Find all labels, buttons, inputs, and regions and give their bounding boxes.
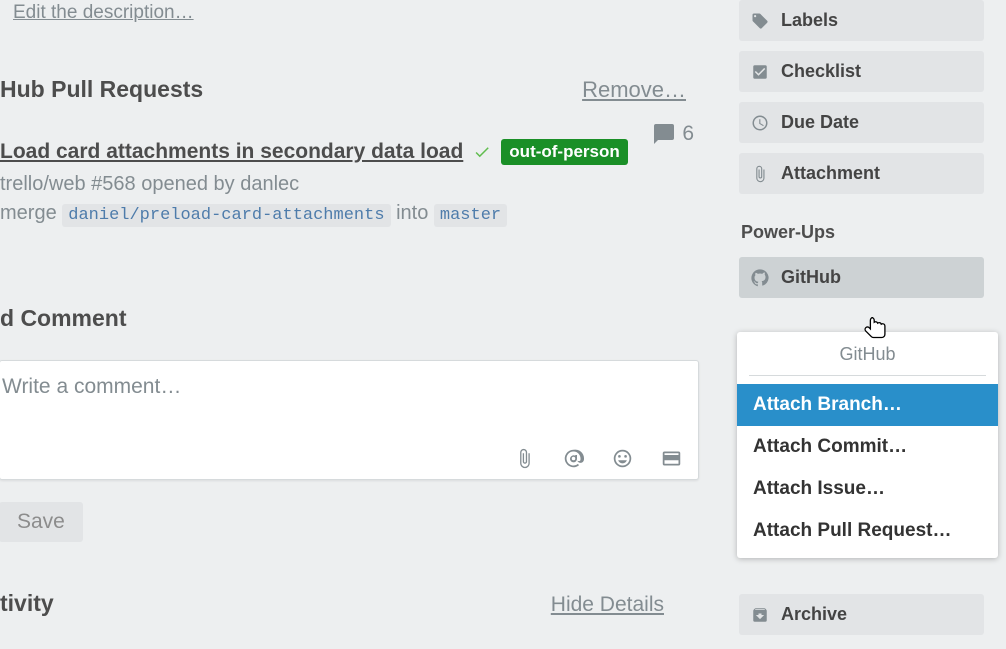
pr-item-title-row: Load card attachments in secondary data … (0, 139, 628, 165)
pr-link[interactable]: Load card attachments in secondary data … (0, 140, 463, 164)
emoji-icon[interactable] (612, 448, 633, 469)
edit-description-link[interactable]: Edit the description… (13, 2, 194, 24)
attach-icon (751, 165, 769, 183)
sidebar-label: Due Date (781, 112, 859, 133)
pr-subline: trello/web #568 opened by danlec (0, 173, 700, 196)
main-column: Edit the description… Hub Pull Requests … (0, 0, 700, 649)
sidebar-attachment[interactable]: Attachment (739, 153, 984, 194)
popup-item-attach-issue[interactable]: Attach Issue… (737, 468, 998, 510)
popup-item-attach-commit[interactable]: Attach Commit… (737, 426, 998, 468)
pr-number: #568 (91, 173, 136, 195)
sidebar-label: Archive (781, 604, 847, 625)
target-chip[interactable]: master (434, 204, 507, 227)
clock-icon (751, 114, 769, 132)
sidebar-duedate[interactable]: Due Date (739, 102, 984, 143)
sidebar-archive[interactable]: Archive (739, 594, 984, 635)
comment-count-number: 6 (682, 122, 694, 146)
github-popup: GitHub Attach Branch… Attach Commit… Att… (737, 332, 998, 558)
merge-prefix: merge (0, 202, 57, 224)
github-icon (751, 269, 769, 287)
tag-icon (751, 12, 769, 30)
merge-into: into (396, 202, 428, 224)
comment-toolbar (514, 448, 682, 469)
comment-box[interactable]: Write a comment… (0, 360, 699, 480)
hide-details-link[interactable]: Hide Details (551, 593, 664, 617)
sidebar-label: Labels (781, 10, 838, 31)
comment-count[interactable]: 6 (652, 122, 694, 146)
popup-item-attach-pr[interactable]: Attach Pull Request… (737, 510, 998, 552)
activity-header: tivity Hide Details (0, 590, 700, 617)
sidebar-labels[interactable]: Labels (739, 0, 984, 41)
merge-line: merge daniel/preload-card-attachments in… (0, 202, 700, 227)
popup-title: GitHub (749, 344, 986, 376)
pr-repo: trello/web (0, 173, 86, 195)
sidebar-github[interactable]: GitHub (739, 257, 984, 298)
mention-icon[interactable] (563, 448, 584, 469)
powerups-heading: Power-Ups (741, 222, 984, 243)
sidebar-label: GitHub (781, 267, 841, 288)
comment-input[interactable]: Write a comment… (0, 361, 698, 399)
branch-chip[interactable]: daniel/preload-card-attachments (62, 204, 390, 227)
status-tag: out-of-person (501, 139, 627, 165)
remove-link[interactable]: Remove… (582, 77, 686, 103)
attach-icon[interactable] (514, 448, 535, 469)
sidebar-checklist[interactable]: Checklist (739, 51, 984, 92)
sidebar-label: Attachment (781, 163, 880, 184)
pr-opened-by-prefix: opened by (141, 173, 234, 195)
archive-icon (751, 606, 769, 624)
save-button[interactable]: Save (0, 502, 83, 542)
comment-icon (652, 122, 676, 146)
pr-section-header: Hub Pull Requests Remove… (0, 76, 700, 103)
popup-item-attach-branch[interactable]: Attach Branch… (737, 384, 998, 426)
pr-section-title: Hub Pull Requests (0, 76, 203, 103)
card-icon[interactable] (661, 448, 682, 469)
sidebar-label: Checklist (781, 61, 861, 82)
activity-title: tivity (0, 590, 54, 617)
check-icon (473, 143, 491, 161)
checklist-icon (751, 63, 769, 81)
pr-opened-by-user: danlec (240, 173, 299, 195)
comment-section-title: d Comment (0, 305, 127, 331)
